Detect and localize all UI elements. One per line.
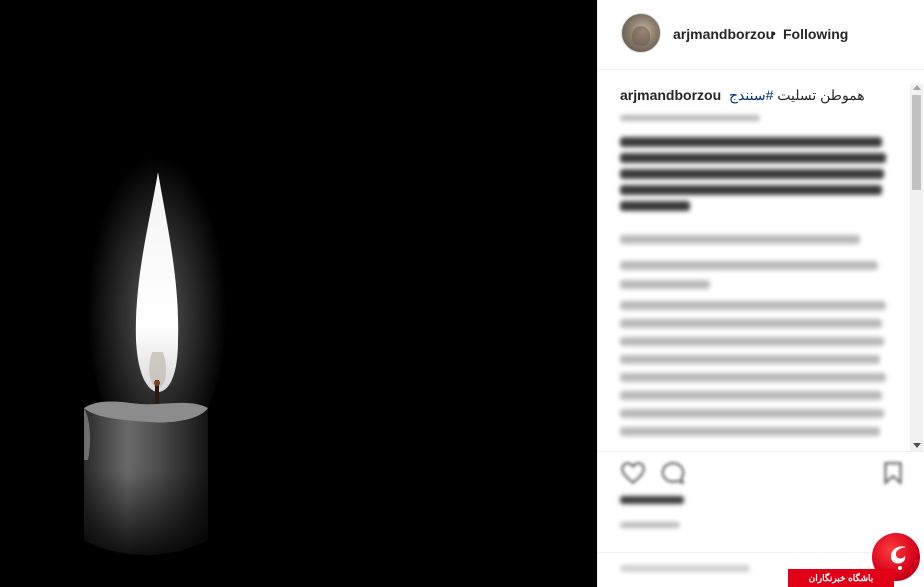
post-header: arjmandborzou • Following [598,0,924,70]
news-agency-watermark: باشگاه خبرنگاران [786,531,924,587]
header-separator: • [771,25,776,41]
caption-body: هموطن تسلیت [773,87,865,103]
logo-glyph-icon [890,546,906,570]
blurred-comment-3 [620,261,880,289]
scroll-thumb[interactable] [912,95,921,190]
post-panel: arjmandborzou • Following arjmandborzou … [597,0,924,587]
blurred-post-time [620,522,680,528]
candle-image [80,140,227,570]
watermark-label: باشگاه خبرنگاران [788,569,894,587]
caption-text: هموطن تسلیت #سنندج [729,87,865,103]
follow-button[interactable]: Following [783,26,848,42]
comments-scrollbar[interactable] [910,84,923,451]
post-caption: arjmandborzou هموطن تسلیت #سنندج [620,87,880,104]
bookmark-icon[interactable] [880,460,906,486]
scroll-down-arrow-icon[interactable] [913,443,921,448]
speech-bubble-icon[interactable] [660,460,686,486]
comments-list[interactable]: arjmandborzou هموطن تسلیت #سنندج [598,71,924,451]
blurred-caption-date [620,115,760,121]
scroll-up-arrow-icon[interactable] [913,85,921,90]
header-username[interactable]: arjmandborzou [673,26,774,42]
blurred-likes-count [620,496,684,504]
blurred-comment-4 [620,301,890,436]
blurred-comment-2 [620,235,860,244]
caption-hashtag[interactable]: #سنندج [729,87,773,103]
post-photo[interactable] [0,0,597,587]
avatar[interactable] [621,13,661,53]
caption-username[interactable]: arjmandborzou [620,87,721,103]
heart-icon[interactable] [620,460,646,486]
blurred-add-comment-placeholder [620,565,750,572]
blurred-comment-block [620,137,888,211]
